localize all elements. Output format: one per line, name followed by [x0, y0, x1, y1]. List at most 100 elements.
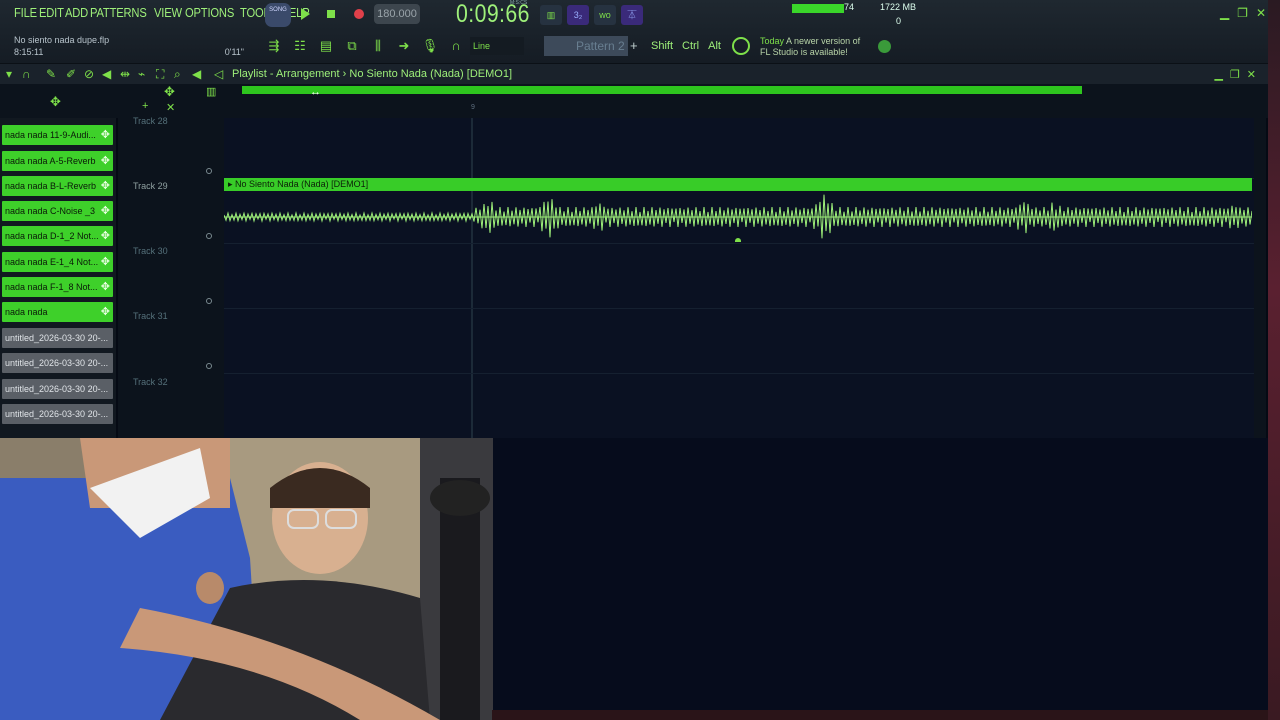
draw-icon[interactable]: ✎ [46, 67, 56, 81]
typing-keyboard-icon[interactable]: ▥ [540, 5, 562, 25]
shift-key[interactable]: Shift [651, 40, 673, 52]
pattern-item[interactable]: nada nada D-1_2 Not... ✥ [2, 226, 113, 246]
step-edit-icon[interactable]: 3₂ [567, 5, 589, 25]
pattern-item[interactable]: nada nada C-Noise _3 ✥ [2, 201, 113, 221]
close-icon[interactable]: ✕ [1256, 6, 1266, 20]
menu-add[interactable]: ADD [65, 5, 88, 20]
desktop-background-strip [492, 710, 1280, 720]
menu-edit[interactable]: EDIT [39, 5, 64, 20]
magnet-icon[interactable]: ∩ [22, 67, 31, 81]
track-mute-dot[interactable] [206, 233, 212, 239]
move-icon[interactable]: ✥ [101, 252, 110, 272]
pattern-item[interactable]: untitled_2026-03-30 20-... [2, 404, 113, 424]
speaker-icon[interactable]: ◁ [214, 67, 223, 81]
track-label[interactable]: Track 29 [133, 181, 168, 191]
track-label[interactable]: Track 28 [133, 116, 168, 126]
slice-icon[interactable]: ⌁ [138, 67, 145, 81]
pattern-item[interactable]: nada nada B-L-Reverb ✥ [2, 176, 113, 196]
mute-icon[interactable]: ◀ [102, 67, 111, 81]
move-icon[interactable]: ✥ [101, 226, 110, 246]
track-label[interactable]: Track 31 [133, 311, 168, 321]
zoom-icon[interactable]: ⌕ [174, 67, 181, 82]
tempo-display[interactable]: 180.000 [374, 4, 420, 24]
remove-track-icon[interactable]: ✕ [166, 101, 175, 114]
piano-roll-icon[interactable]: ▤ [316, 36, 336, 56]
menu-arrow-icon[interactable]: ▾ [6, 67, 12, 81]
track-mute-dot[interactable] [206, 363, 212, 369]
minimize-icon[interactable]: ▁ [1220, 6, 1229, 20]
song-mode-toggle[interactable]: SONG [265, 3, 291, 27]
next-icon[interactable]: ➜ [394, 36, 414, 56]
paint-icon[interactable]: ✐ [66, 67, 76, 81]
news-line2: FL Studio is available! [760, 47, 848, 57]
clip-header[interactable]: ▸ No Siento Nada (Nada) [DEMO1] [224, 178, 1252, 191]
alt-key[interactable]: Alt [708, 40, 721, 52]
pattern-label: nada nada 11-9-Audi... [5, 130, 96, 140]
pattern-item[interactable]: untitled_2026-03-30 20-... [2, 353, 113, 373]
pattern-item[interactable]: untitled_2026-03-30 20-... [2, 328, 113, 348]
pattern-item[interactable]: nada nada F-1_8 Not... ✥ [2, 277, 113, 297]
blend-notes-icon[interactable]: wо [594, 5, 616, 25]
maximize-icon[interactable]: ❐ [1237, 6, 1248, 20]
record-button[interactable] [350, 5, 368, 23]
news-icon[interactable] [732, 37, 750, 55]
metronome-icon[interactable]: ⏄ [621, 5, 643, 25]
grid-icon[interactable]: ▥ [206, 85, 216, 98]
file-name: No siento nada dupe.flp [14, 35, 110, 45]
pattern-item[interactable]: nada nada A-5-Reverb ✥ [2, 151, 113, 171]
stop-button[interactable] [322, 5, 340, 23]
playlist-close-icon[interactable]: ✕ [1247, 68, 1256, 81]
play-button[interactable] [296, 5, 314, 23]
track-mute-dot[interactable] [206, 298, 212, 304]
channel-rack-icon[interactable]: ☷ [290, 36, 310, 56]
globe-icon[interactable] [878, 40, 891, 53]
pattern-item[interactable]: untitled_2026-03-30 20-... [2, 379, 113, 399]
snap-select[interactable]: Line [470, 37, 524, 55]
move-icon[interactable]: ✥ [101, 302, 110, 322]
pattern-item[interactable]: nada nada ✥ [2, 302, 113, 322]
microphone-icon[interactable]: 🎙 [420, 36, 440, 56]
ctrl-key[interactable]: Ctrl [682, 40, 699, 52]
horizontal-scrollbar[interactable] [242, 86, 1082, 94]
track-label[interactable]: Track 32 [133, 377, 168, 387]
add-pattern-icon[interactable]: + [630, 38, 638, 53]
window-shortcuts: ⇶ ☷ ▤ ⧉ ⫼ ➜ 🎙 ∩ [264, 36, 466, 56]
playback-icon[interactable]: ◀ [192, 67, 201, 81]
empty-playlist-area [492, 438, 1268, 710]
menu-view[interactable]: VIEW [154, 5, 182, 20]
playlist-grid[interactable] [224, 118, 1254, 438]
menu-options[interactable]: OPTIONS [185, 5, 234, 20]
news-panel[interactable]: Today A newer version of FL Studio is av… [760, 36, 860, 58]
move-tracks-icon[interactable]: ✥ [164, 84, 175, 100]
resize-cursor-icon: ↔ [310, 86, 321, 98]
playlist-maximize-icon[interactable]: ❐ [1230, 68, 1240, 81]
pattern-select[interactable]: Pattern 2 [544, 36, 628, 56]
select-icon[interactable]: ⛶ [156, 67, 164, 82]
browser-icon[interactable]: ⧉ [342, 36, 362, 56]
move-icon[interactable]: ✥ [50, 94, 61, 110]
playlist-minimize-icon[interactable]: ▁ [1214, 68, 1222, 81]
playlist-icon[interactable]: ⇶ [264, 36, 284, 56]
pattern-item[interactable]: nada nada E-1_4 Not... ✥ [2, 252, 113, 272]
slip-icon[interactable]: ⇹ [120, 67, 130, 81]
move-icon[interactable]: ✥ [101, 277, 110, 297]
track-label[interactable]: Track 30 [133, 246, 168, 256]
audio-clip[interactable]: ▸ No Siento Nada (Nada) [DEMO1] [224, 178, 1252, 243]
move-icon[interactable]: ✥ [101, 176, 110, 196]
add-track-icon[interactable]: + [142, 100, 148, 112]
pattern-label: nada nada F-1_8 Not... [5, 282, 98, 292]
clip-name: No Siento Nada (Nada) [DEMO1] [235, 179, 369, 189]
ruler-mark: 9 [471, 104, 475, 111]
move-icon[interactable]: ✥ [101, 201, 110, 221]
magnet-icon[interactable]: ∩ [446, 36, 466, 56]
pattern-label: untitled_2026-03-30 20-... [5, 409, 109, 419]
pattern-item[interactable]: nada nada 11-9-Audi... ✥ [2, 125, 113, 145]
delete-icon[interactable]: ⊘ [84, 67, 94, 81]
menu-patterns[interactable]: PATTERNS [90, 5, 147, 20]
mixer-icon[interactable]: ⫼ [368, 36, 388, 56]
track-divider [224, 373, 1254, 374]
menu-file[interactable]: FILE [14, 5, 37, 20]
move-icon[interactable]: ✥ [101, 125, 110, 145]
move-icon[interactable]: ✥ [101, 151, 110, 171]
track-mute-dot[interactable] [206, 168, 212, 174]
